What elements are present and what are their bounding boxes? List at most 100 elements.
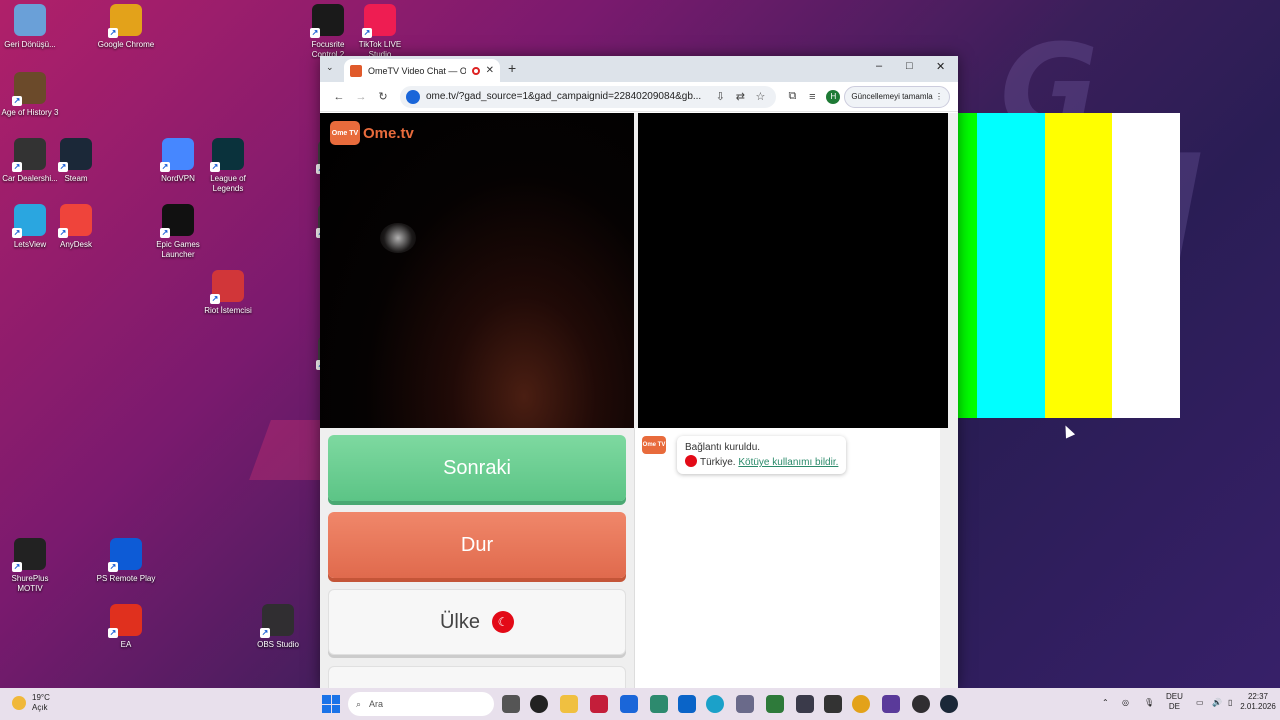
task-view-icon[interactable]: [502, 695, 520, 713]
desktop-icon[interactable]: ↗ AnyDesk: [46, 204, 106, 250]
focusrite-icon: ↗: [310, 4, 344, 38]
temperature: 19°C: [32, 693, 50, 702]
desktop-icon[interactable]: ↗ PS Remote Play: [96, 538, 156, 584]
clock[interactable]: 22:37 2.01.2026: [1236, 692, 1280, 712]
game-app-icon[interactable]: [796, 695, 814, 713]
desktop-icon[interactable]: ↗ EA: [96, 604, 156, 650]
desktop-icon-label: LetsView: [13, 240, 47, 249]
new-tab-button[interactable]: +: [508, 60, 516, 76]
start-button[interactable]: [322, 695, 340, 713]
update-button[interactable]: Güncellemeyi tamamla ⋮: [844, 85, 950, 108]
app-24-icon[interactable]: [530, 695, 548, 713]
clock-time: 22:37: [1247, 692, 1269, 701]
local-video: [638, 113, 948, 428]
country-label: Ülke: [439, 610, 480, 633]
riot-client-icon: ↗: [210, 270, 244, 304]
shortcut-arrow-icon: ↗: [260, 628, 270, 638]
logo-badge: Ome TV: [330, 121, 360, 145]
desktop-icon[interactable]: ↗ Riot İstemcisi: [198, 270, 258, 316]
obs-taskbar-icon[interactable]: [912, 695, 930, 713]
desktop-icon-label: AnyDesk: [59, 240, 92, 249]
ometv-favicon-icon: [350, 64, 362, 77]
edge-icon[interactable]: [706, 695, 724, 713]
gender-button[interactable]: [328, 666, 626, 688]
weather-widget[interactable]: 19°C Açık: [12, 693, 50, 713]
turkey-flag-icon: ☾: [492, 611, 514, 633]
clapper-app-icon[interactable]: [882, 695, 900, 713]
profile-avatar[interactable]: H: [826, 89, 841, 104]
language-indicator[interactable]: DEU DE: [1166, 692, 1183, 712]
desktop-icon-label: League of Legends: [210, 174, 246, 193]
vpn-shield-icon[interactable]: [766, 695, 784, 713]
minimize-button[interactable]: –: [876, 60, 882, 72]
shureplus-icon: ↗: [12, 538, 46, 572]
country-button[interactable]: Ülke ☾: [328, 589, 626, 655]
mouse-cursor-icon: [1060, 423, 1076, 439]
mcafee-icon[interactable]: [590, 695, 608, 713]
site-info-icon[interactable]: [406, 89, 420, 104]
report-abuse-link[interactable]: Kötüye kullanımı bildir.: [738, 457, 838, 468]
desktop-icon[interactable]: ↗ Focusrite Control 2: [298, 4, 358, 60]
desktop-icon[interactable]: ↗ ShurePlus MOTIV: [0, 538, 60, 594]
tray-overflow-icon[interactable]: ⌃: [1102, 698, 1109, 708]
connection-status: Bağlantı kuruldu.: [685, 442, 761, 453]
desktop-icon[interactable]: Geri Dönüşü...: [0, 4, 60, 50]
maximize-button[interactable]: □: [906, 60, 913, 72]
desktop-icon-label: EA: [120, 640, 132, 649]
browser-toolbar: ← → ↻ ome.tv/?gad_source=1&gad_campaigni…: [320, 82, 958, 112]
chrome-taskbar-icon[interactable]: [852, 695, 870, 713]
browser-window: ⌄ OmeTV Video Chat — Ome ✕ + – □ ✕ ← → ↻…: [320, 56, 958, 688]
desktop-icon[interactable]: ↗ Age of History 3: [0, 72, 60, 118]
shortcut-arrow-icon: ↗: [310, 28, 320, 38]
epic-games-icon: ↗: [160, 204, 194, 238]
recycle-bin-icon: [14, 4, 46, 36]
tray-display-icon[interactable]: ▭: [1196, 698, 1204, 708]
file-explorer-icon[interactable]: [560, 695, 578, 713]
next-button[interactable]: Sonraki: [328, 435, 626, 501]
reading-list-icon[interactable]: ≡: [802, 91, 822, 103]
iv-app-icon[interactable]: [824, 695, 842, 713]
desktop-icon[interactable]: ↗ Google Chrome: [96, 4, 156, 50]
stop-button[interactable]: Dur: [328, 512, 626, 578]
pen-app-icon[interactable]: [620, 695, 638, 713]
ometv-logo: Ome TV Ome.tv: [330, 121, 414, 145]
calculator-icon[interactable]: [650, 695, 668, 713]
extensions-icon[interactable]: ⧉: [782, 90, 802, 103]
steam-taskbar-icon[interactable]: [940, 695, 958, 713]
close-tab-icon[interactable]: ✕: [486, 65, 494, 76]
shortcut-arrow-icon: ↗: [108, 628, 118, 638]
tab-search-icon[interactable]: ⌄: [326, 62, 334, 73]
shortcut-arrow-icon: ↗: [12, 562, 22, 572]
tray-battery-icon[interactable]: ▯: [1228, 698, 1232, 708]
reload-icon[interactable]: ↻: [372, 90, 394, 103]
tray-network-status-icon[interactable]: ◎: [1122, 698, 1129, 708]
address-bar[interactable]: ome.tv/?gad_source=1&gad_campaignid=2284…: [400, 85, 777, 108]
bookmark-star-icon[interactable]: ☆: [750, 90, 770, 103]
shortcut-arrow-icon: ↗: [160, 228, 170, 238]
close-window-button[interactable]: ✕: [936, 60, 945, 73]
forward-icon[interactable]: →: [350, 91, 372, 103]
age-of-history-icon: ↗: [12, 72, 46, 106]
chrome-icon: ↗: [108, 4, 142, 38]
desktop-icon[interactable]: ↗ League of Legends: [198, 138, 258, 194]
outlook-icon[interactable]: [678, 695, 696, 713]
back-icon[interactable]: ←: [328, 91, 350, 103]
shortcut-arrow-icon: ↗: [58, 228, 68, 238]
taskbar-search[interactable]: ⌕ Ara: [348, 692, 494, 716]
desktop-icon-label: PS Remote Play: [96, 574, 156, 583]
desktop-icon[interactable]: ↗ TikTok LIVE Studio: [350, 4, 410, 60]
translate-icon[interactable]: ⇄: [730, 90, 750, 103]
desktop-icon-label: Steam: [64, 174, 88, 183]
tray-volume-icon[interactable]: 🔊: [1212, 698, 1222, 708]
photos-icon[interactable]: [736, 695, 754, 713]
ometv-page: Ome TV Ome.tv Sonraki Dur Ülke ☾ Ome TV …: [320, 113, 958, 688]
tab-title: OmeTV Video Chat — Ome: [368, 65, 466, 76]
desktop-icon[interactable]: ↗ Steam: [46, 138, 106, 184]
desktop-icon[interactable]: ↗ Epic Games Launcher: [148, 204, 208, 260]
country-line: Türkiye. Kötüye kullanımı bildir.: [685, 455, 838, 470]
tab-ometv[interactable]: OmeTV Video Chat — Ome ✕: [344, 59, 500, 82]
tray-mic-icon[interactable]: 🎙: [1144, 698, 1154, 708]
install-icon[interactable]: ⇩: [710, 90, 730, 103]
desktop-icon[interactable]: ↗ OBS Studio: [248, 604, 308, 650]
ea-icon: ↗: [108, 604, 142, 638]
